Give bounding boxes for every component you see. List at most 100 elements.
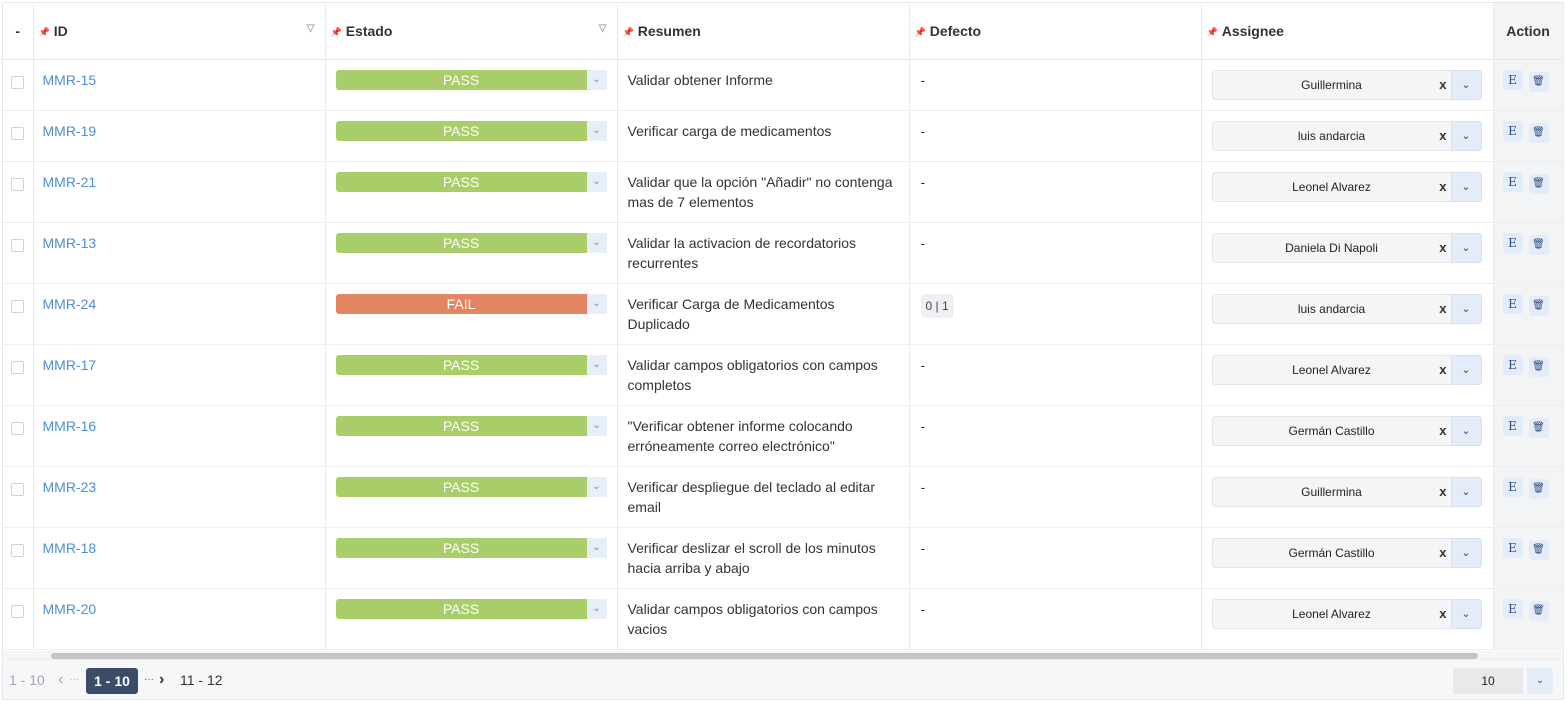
issue-id-link[interactable]: MMR-17	[34, 357, 97, 373]
status-badge[interactable]: PASS	[335, 69, 587, 90]
defect-badge[interactable]: 0 | 1	[920, 293, 954, 318]
chevron-down-icon[interactable]: ⌄	[586, 69, 607, 90]
assignee-value[interactable]: Guillermina x	[1211, 69, 1451, 100]
status-select[interactable]: PASS ⌄	[335, 537, 607, 558]
trash-icon[interactable]: 🗑	[1528, 71, 1549, 92]
status-select[interactable]: PASS ⌄	[335, 120, 607, 141]
clear-icon[interactable]: x	[1439, 295, 1446, 323]
pager-current-page[interactable]: 1 - 10	[86, 668, 138, 694]
status-badge[interactable]: FAIL	[335, 293, 587, 314]
clear-icon[interactable]: x	[1439, 234, 1446, 262]
row-checkbox[interactable]	[11, 238, 25, 252]
chevron-down-icon[interactable]: ⌄	[586, 354, 607, 375]
status-select[interactable]: FAIL ⌄	[335, 293, 607, 314]
issue-id-link[interactable]: MMR-13	[34, 235, 97, 251]
clear-icon[interactable]: x	[1439, 122, 1446, 150]
assignee-select[interactable]: Leonel Alvarez x ⌄	[1211, 354, 1493, 385]
status-badge[interactable]: PASS	[335, 354, 587, 375]
chevron-down-icon[interactable]: ▽	[307, 23, 315, 34]
chevron-down-icon[interactable]: ⌄	[1527, 668, 1553, 694]
edit-button[interactable]: E	[1502, 537, 1523, 558]
issue-id-link[interactable]: MMR-15	[34, 72, 97, 88]
edit-button[interactable]: E	[1502, 69, 1523, 90]
issue-id-link[interactable]: MMR-20	[34, 601, 97, 617]
status-badge[interactable]: PASS	[335, 598, 587, 619]
edit-button[interactable]: E	[1502, 293, 1523, 314]
chevron-down-icon[interactable]: ⌄	[586, 293, 607, 314]
status-select[interactable]: PASS ⌄	[335, 171, 607, 192]
assignee-select[interactable]: Leonel Alvarez x ⌄	[1211, 598, 1493, 629]
status-badge[interactable]: PASS	[335, 171, 587, 192]
assignee-select[interactable]: Daniela Di Napoli x ⌄	[1211, 232, 1493, 263]
edit-button[interactable]: E	[1502, 476, 1523, 497]
page-size-select[interactable]: 10 ⌄	[1453, 668, 1553, 694]
status-badge[interactable]: PASS	[335, 232, 587, 253]
clear-icon[interactable]: x	[1439, 478, 1446, 506]
clear-icon[interactable]: x	[1439, 71, 1446, 99]
trash-icon[interactable]: 🗑	[1528, 234, 1549, 255]
status-select[interactable]: PASS ⌄	[335, 354, 607, 375]
chevron-down-icon[interactable]: ⌄	[586, 598, 607, 619]
chevron-down-icon[interactable]: ⌄	[1450, 354, 1482, 385]
pin-icon[interactable]: 📌	[39, 27, 50, 38]
assignee-select[interactable]: Germán Castillo x ⌄	[1211, 415, 1493, 446]
chevron-down-icon[interactable]: ▽	[599, 23, 607, 34]
clear-icon[interactable]: x	[1439, 356, 1446, 384]
clear-icon[interactable]: x	[1439, 173, 1446, 201]
row-checkbox[interactable]	[11, 604, 25, 618]
pin-icon[interactable]: 📌	[1207, 27, 1218, 38]
column-header-resumen[interactable]: 📌 Resumen	[617, 3, 910, 60]
trash-icon[interactable]: 🗑	[1528, 356, 1549, 377]
chevron-down-icon[interactable]: ⌄	[1450, 598, 1482, 629]
edit-button[interactable]: E	[1502, 232, 1523, 253]
row-checkbox[interactable]	[11, 421, 25, 435]
issue-id-link[interactable]: MMR-19	[34, 123, 97, 139]
status-badge[interactable]: PASS	[335, 476, 587, 497]
clear-icon[interactable]: x	[1439, 417, 1446, 445]
assignee-value[interactable]: Daniela Di Napoli x	[1211, 232, 1451, 263]
assignee-select[interactable]: luis andarcia x ⌄	[1211, 293, 1493, 324]
chevron-down-icon[interactable]: ⌄	[1450, 537, 1482, 568]
assignee-select[interactable]: Guillermina x ⌄	[1211, 69, 1493, 100]
row-checkbox[interactable]	[11, 543, 25, 557]
chevron-down-icon[interactable]: ⌄	[1450, 293, 1482, 324]
assignee-select[interactable]: luis andarcia x ⌄	[1211, 120, 1493, 151]
column-header-estado[interactable]: 📌 Estado ▽	[325, 3, 618, 60]
chevron-down-icon[interactable]: ⌄	[1450, 69, 1482, 100]
row-checkbox[interactable]	[11, 299, 25, 313]
row-checkbox[interactable]	[11, 126, 25, 140]
issue-id-link[interactable]: MMR-16	[34, 418, 97, 434]
assignee-value[interactable]: luis andarcia x	[1211, 120, 1451, 151]
trash-icon[interactable]: 🗑	[1528, 417, 1549, 438]
pager-next-dots[interactable]: ···	[144, 660, 154, 700]
assignee-value[interactable]: Leonel Alvarez x	[1211, 354, 1451, 385]
issue-id-link[interactable]: MMR-18	[34, 540, 97, 556]
issue-id-link[interactable]: MMR-23	[34, 479, 97, 495]
column-header-id[interactable]: 📌 ID ▽	[33, 3, 326, 60]
chevron-down-icon[interactable]: ⌄	[586, 415, 607, 436]
column-header-assignee[interactable]: 📌 Assignee	[1201, 3, 1494, 60]
edit-button[interactable]: E	[1502, 120, 1523, 141]
edit-button[interactable]: E	[1502, 171, 1523, 192]
trash-icon[interactable]: 🗑	[1528, 478, 1549, 499]
assignee-select[interactable]: Germán Castillo x ⌄	[1211, 537, 1493, 568]
assignee-select[interactable]: Leonel Alvarez x ⌄	[1211, 171, 1493, 202]
chevron-down-icon[interactable]: ⌄	[586, 120, 607, 141]
status-badge[interactable]: PASS	[335, 120, 587, 141]
trash-icon[interactable]: 🗑	[1528, 539, 1549, 560]
column-header-defecto[interactable]: 📌 Defecto	[909, 3, 1202, 60]
row-checkbox[interactable]	[11, 177, 25, 191]
clear-icon[interactable]: x	[1439, 600, 1446, 628]
pager-prev-dots[interactable]: ···	[69, 660, 79, 700]
assignee-value[interactable]: Leonel Alvarez x	[1211, 598, 1451, 629]
status-select[interactable]: PASS ⌄	[335, 476, 607, 497]
page-size-value[interactable]: 10	[1453, 668, 1523, 694]
trash-icon[interactable]: 🗑	[1528, 122, 1549, 143]
chevron-down-icon[interactable]: ⌄	[586, 537, 607, 558]
edit-button[interactable]: E	[1502, 415, 1523, 436]
assignee-value[interactable]: Leonel Alvarez x	[1211, 171, 1451, 202]
horizontal-scrollbar[interactable]	[3, 651, 1563, 659]
chevron-down-icon[interactable]: ⌄	[1450, 232, 1482, 263]
row-checkbox[interactable]	[11, 482, 25, 496]
row-checkbox[interactable]	[11, 360, 25, 374]
